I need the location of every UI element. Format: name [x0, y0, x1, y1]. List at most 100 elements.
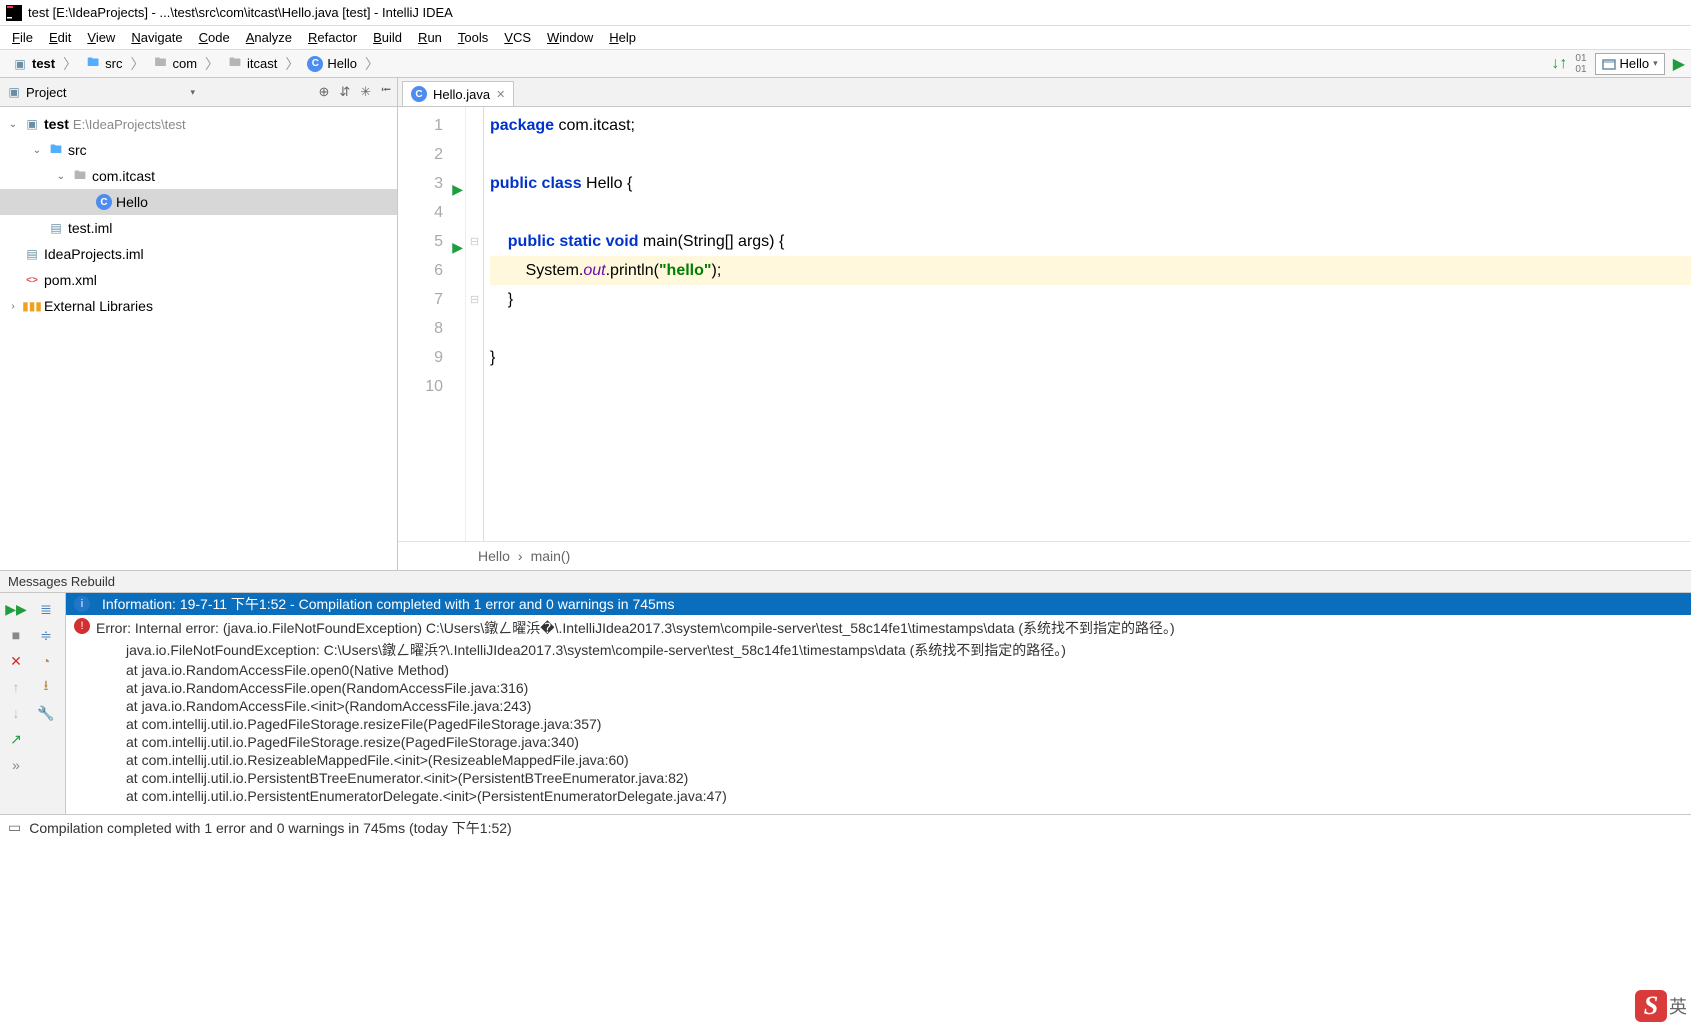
- editor-code[interactable]: package com.itcast;public class Hello { …: [484, 107, 1691, 541]
- editor-tab[interactable]: C Hello.java ✕: [402, 81, 514, 106]
- stacktrace-line[interactable]: at com.intellij.util.io.PagedFileStorage…: [66, 715, 1691, 733]
- tree-arrow-icon[interactable]: ⌄: [54, 171, 68, 182]
- expand-button[interactable]: ≑: [32, 623, 60, 647]
- code-line[interactable]: package com.itcast;: [490, 111, 1691, 140]
- fold-mark[interactable]: ⊟: [466, 227, 483, 256]
- menu-refactor[interactable]: Refactor: [300, 28, 365, 47]
- chevron-right-icon: 〉: [365, 54, 379, 74]
- fold-mark[interactable]: ⊟: [466, 285, 483, 314]
- hide-icon[interactable]: ⭰: [381, 81, 391, 103]
- message-info-row[interactable]: i Information: 19-7-11 下午1:52 - Compilat…: [66, 593, 1691, 615]
- breadcrumb-item[interactable]: 🖿itcast: [221, 53, 283, 75]
- stacktrace-line[interactable]: at java.io.RandomAccessFile.open(RandomA…: [66, 679, 1691, 697]
- more-button[interactable]: »: [2, 753, 30, 777]
- menu-file[interactable]: File: [4, 28, 41, 47]
- messages-content[interactable]: i Information: 19-7-11 下午1:52 - Compilat…: [66, 593, 1691, 814]
- breadcrumb-item[interactable]: CHello: [301, 53, 363, 75]
- down-button[interactable]: ↓: [2, 701, 30, 725]
- project-panel-header: ▣ Project ▾ ⊕ ⇵ ✳ ⭰: [0, 78, 397, 107]
- help-button[interactable]: ↗: [2, 727, 30, 751]
- code-line[interactable]: System.out.println("hello");: [490, 256, 1691, 285]
- filter-button[interactable]: ≣: [32, 597, 60, 621]
- stacktrace-line[interactable]: at com.intellij.util.io.PagedFileStorage…: [66, 733, 1691, 751]
- stop-button[interactable]: ■: [2, 623, 30, 647]
- code-line[interactable]: }: [490, 285, 1691, 314]
- status-icon[interactable]: ▭: [8, 819, 21, 836]
- tree-arrow-icon[interactable]: ⌄: [6, 119, 20, 130]
- run-button[interactable]: ▶: [1673, 54, 1685, 74]
- fold-mark[interactable]: [466, 198, 483, 227]
- up-button[interactable]: ↑: [2, 675, 30, 699]
- close-button[interactable]: ✕: [2, 649, 30, 673]
- code-line[interactable]: [490, 314, 1691, 343]
- run-config-selector[interactable]: Hello ▾: [1595, 53, 1665, 75]
- tree-row[interactable]: ›▮▮▮External Libraries: [0, 293, 397, 319]
- crumb-class[interactable]: Hello: [478, 548, 510, 564]
- menu-edit[interactable]: Edit: [41, 28, 79, 47]
- menu-tools[interactable]: Tools: [450, 28, 496, 47]
- menu-window[interactable]: Window: [539, 28, 601, 47]
- close-icon[interactable]: ✕: [496, 88, 505, 101]
- code-line[interactable]: public class Hello {: [490, 169, 1691, 198]
- editor-gutter[interactable]: 123▶45▶678910: [398, 107, 466, 541]
- gear-icon[interactable]: ✳: [360, 84, 371, 100]
- tree-row[interactable]: ▤IdeaProjects.iml: [0, 241, 397, 267]
- stacktrace-line[interactable]: at com.intellij.util.io.ResizeableMapped…: [66, 751, 1691, 769]
- fold-mark[interactable]: [466, 256, 483, 285]
- tree-label: src: [68, 142, 87, 158]
- code-line[interactable]: }: [490, 343, 1691, 372]
- folder-icon: 🖿: [227, 56, 243, 72]
- pin-button[interactable]: ◔: [32, 649, 60, 673]
- tree-arrow-icon[interactable]: ⌄: [30, 145, 44, 156]
- code-line[interactable]: public static void main(String[] args) {: [490, 227, 1691, 256]
- stacktrace-line[interactable]: java.io.FileNotFoundException: C:\Users\…: [66, 639, 1691, 661]
- export-button[interactable]: ⭳: [32, 675, 60, 699]
- menu-analyze[interactable]: Analyze: [238, 28, 300, 47]
- tree-row[interactable]: ⌄🖿com.itcast: [0, 163, 397, 189]
- tree-row[interactable]: <>pom.xml: [0, 267, 397, 293]
- crumb-method[interactable]: main(): [531, 548, 571, 564]
- menu-run[interactable]: Run: [410, 28, 450, 47]
- fold-mark[interactable]: [466, 169, 483, 198]
- menu-navigate[interactable]: Navigate: [123, 28, 190, 47]
- breadcrumb-item[interactable]: ▣test: [6, 53, 61, 75]
- stacktrace-line[interactable]: at java.io.RandomAccessFile.<init>(Rando…: [66, 697, 1691, 715]
- class-icon: C: [307, 56, 323, 72]
- fold-mark[interactable]: [466, 343, 483, 372]
- code-line[interactable]: [490, 372, 1691, 401]
- code-line[interactable]: [490, 140, 1691, 169]
- stacktrace-line[interactable]: at com.intellij.util.io.PersistentBTreeE…: [66, 769, 1691, 787]
- tree-row[interactable]: ⌄🖿src: [0, 137, 397, 163]
- toggle-soft-wrap-icon[interactable]: 0101: [1575, 53, 1586, 75]
- menu-help[interactable]: Help: [601, 28, 644, 47]
- chevron-down-icon[interactable]: ▾: [190, 87, 195, 98]
- message-error-row[interactable]: !Error: Internal error: (java.io.FileNot…: [66, 617, 1691, 639]
- title-bar: test [E:\IdeaProjects] - ...\test\src\co…: [0, 0, 1691, 26]
- breadcrumb-item[interactable]: 🖿com: [146, 53, 203, 75]
- stacktrace-line[interactable]: at com.intellij.util.io.PersistentEnumer…: [66, 787, 1691, 805]
- fold-mark[interactable]: [466, 111, 483, 140]
- tree-row[interactable]: CHello: [0, 189, 397, 215]
- menu-vcs[interactable]: VCS: [496, 28, 539, 47]
- stacktrace-line[interactable]: at java.io.RandomAccessFile.open0(Native…: [66, 661, 1691, 679]
- locate-icon[interactable]: ⊕: [318, 84, 329, 100]
- tree-label: test.iml: [68, 220, 112, 236]
- menu-code[interactable]: Code: [191, 28, 238, 47]
- code-line[interactable]: [490, 198, 1691, 227]
- ime-indicator[interactable]: S 英: [1635, 990, 1687, 1022]
- menu-view[interactable]: View: [79, 28, 123, 47]
- fold-mark[interactable]: [466, 140, 483, 169]
- tree-row[interactable]: ▤test.iml: [0, 215, 397, 241]
- settings-button[interactable]: 🔧: [32, 701, 60, 725]
- fold-column[interactable]: ⊟⊟: [466, 107, 484, 541]
- sync-icon[interactable]: ↓↑: [1551, 55, 1567, 73]
- menu-build[interactable]: Build: [365, 28, 410, 47]
- rerun-button[interactable]: ▶▶: [2, 597, 30, 621]
- tree-arrow-icon[interactable]: ›: [6, 301, 20, 312]
- tree-row[interactable]: ⌄▣test E:\IdeaProjects\test: [0, 111, 397, 137]
- collapse-icon[interactable]: ⇵: [339, 84, 350, 100]
- fold-mark[interactable]: [466, 372, 483, 401]
- fold-mark[interactable]: [466, 314, 483, 343]
- breadcrumb-item[interactable]: 🖿src: [79, 53, 128, 75]
- sogou-icon: S: [1635, 990, 1667, 1022]
